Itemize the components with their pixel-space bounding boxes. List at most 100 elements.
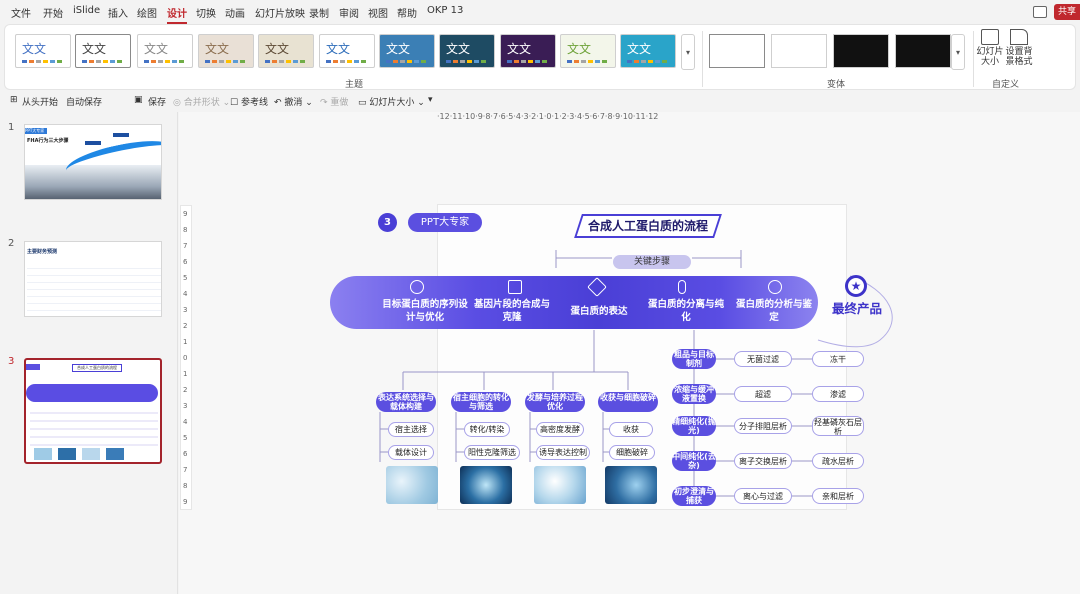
final-product-label: 最终产品	[831, 301, 882, 316]
save-button[interactable]: 保存	[148, 95, 166, 108]
theme-10[interactable]: 文文	[560, 34, 616, 68]
slide-thumbnail-2[interactable]: 主要财务预测	[24, 241, 162, 317]
theme-3[interactable]: 文文	[137, 34, 193, 68]
theme-sample-text: 文文	[22, 42, 47, 56]
vertical-ruler-tick: 3	[183, 306, 188, 314]
undo-label: 撤消	[284, 98, 303, 108]
theme-color-bars	[265, 60, 305, 63]
column-head-4: 收获与细胞破碎	[598, 392, 658, 412]
theme-color-bars	[22, 60, 62, 63]
slide-thumbnail-3[interactable]: 合成人工蛋白质的流程	[24, 358, 162, 464]
theme-5[interactable]: 文文	[258, 34, 314, 68]
vertical-ruler-tick: 1	[183, 370, 188, 378]
theme-sample-text: 文文	[144, 42, 169, 56]
comment-icon[interactable]	[1033, 6, 1047, 18]
vertical-ruler: 9 8 7 6 5 4 3 2 1 0 1 2 3 4 5 6 7 8 9	[180, 205, 192, 510]
column4-item-2: 细胞破碎	[609, 445, 655, 460]
theme-color-bars	[386, 60, 426, 63]
theme-color-bars	[446, 60, 486, 63]
start-from-beginning-button[interactable]: 从头开始	[22, 95, 58, 108]
thumb3-title: 合成人工蛋白质的流程	[72, 364, 122, 372]
menu-design[interactable]: 设计	[167, 5, 187, 24]
menu-okp[interactable]: OKP 13	[427, 5, 463, 16]
bubbles-photo	[605, 466, 657, 504]
purify-step-3-b: 羟基磷灰石层析	[812, 416, 864, 436]
theme-sample-text: 文文	[446, 42, 471, 56]
autosave-label: 自动保存	[66, 98, 103, 108]
theme-8[interactable]: 文文	[439, 34, 495, 68]
menu-home[interactable]: 开始	[43, 5, 63, 20]
ribbon-separator	[973, 31, 974, 87]
theme-9[interactable]: 文文	[500, 34, 556, 68]
thumb1-label-box	[85, 141, 101, 145]
share-button[interactable]: 共享	[1054, 4, 1080, 20]
theme-color-bars	[326, 60, 366, 63]
format-background-button[interactable]: 设置背景格式	[1005, 29, 1033, 67]
vertical-ruler-tick: 8	[183, 482, 188, 490]
menu-view[interactable]: 视图	[368, 5, 388, 20]
merge-shapes-label: 合并形状	[183, 98, 220, 108]
column3-item-2: 诱导表达控制	[536, 445, 590, 460]
purify-step-5-b: 亲和层析	[812, 488, 864, 504]
menu-review[interactable]: 审阅	[339, 5, 359, 20]
slide-number-2: 2	[8, 238, 15, 249]
molecule-photo	[386, 466, 438, 504]
theme-2[interactable]: 文文	[75, 34, 131, 68]
menu-help[interactable]: 帮助	[397, 5, 417, 20]
menu-bar: 文件 开始 iSlide 插入 绘图 设计 切换 动画 幻灯片放映 录制 审阅 …	[0, 0, 1080, 24]
redo-button[interactable]: ↷ 重做	[320, 95, 348, 108]
theme-11[interactable]: 文文	[620, 34, 676, 68]
thumb3-photo	[82, 448, 100, 460]
theme-1[interactable]: 文文	[15, 34, 71, 68]
slide-title: 合成人工蛋白质的流程	[587, 219, 708, 233]
theme-sample-text: 文文	[205, 42, 230, 56]
menu-animations[interactable]: 动画	[225, 5, 245, 20]
vertical-ruler-tick: 6	[183, 258, 188, 266]
thumb3-band	[26, 384, 158, 402]
menu-draw[interactable]: 绘图	[137, 5, 157, 20]
theme-7[interactable]: 文文	[379, 34, 435, 68]
merge-shapes-button[interactable]: ◎ 合并形状 ⌄	[173, 95, 230, 108]
thumb3-tag	[26, 364, 40, 370]
thumb1-title: FHA行为三大步骤	[27, 138, 69, 144]
variant-4[interactable]	[895, 34, 951, 68]
theme-color-bars	[567, 60, 607, 63]
menu-record[interactable]: 录制	[309, 5, 329, 20]
theme-sample-text: 文文	[386, 42, 411, 56]
slide-thumbnail-1[interactable]: PPT大专家 FHA行为三大步骤	[24, 124, 162, 200]
menu-insert[interactable]: 插入	[108, 5, 128, 20]
section-number-badge: 3	[378, 213, 397, 232]
variant-1[interactable]	[709, 34, 765, 68]
step-4: 蛋白质的分离与纯化	[648, 299, 725, 323]
vertical-ruler-tick: 9	[183, 210, 188, 218]
thumb3-photo	[106, 448, 124, 460]
save-icon[interactable]: ▣	[134, 95, 143, 105]
customize-qat-icon[interactable]: ▾	[428, 95, 433, 105]
variant-gallery-more-button[interactable]: ▾	[951, 34, 965, 70]
start-from-beginning-icon[interactable]: ⊞	[10, 95, 18, 105]
themes-group-label: 主题	[345, 80, 364, 90]
thumb1-tag: PPT大专家	[25, 128, 47, 134]
guides-checkbox[interactable]: ☐ 参考线	[230, 95, 268, 108]
slide-size-button[interactable]: 幻灯片大小	[975, 29, 1005, 67]
thumb3-photo	[58, 448, 76, 460]
menu-slideshow[interactable]: 幻灯片放映	[255, 5, 305, 20]
step-5: 蛋白质的分析与鉴定	[736, 299, 813, 323]
theme-sample-text: 文文	[567, 42, 592, 56]
format-background-label: 设置背景格式	[1005, 47, 1033, 67]
variant-2[interactable]	[771, 34, 827, 68]
vertical-ruler-tick: 0	[183, 354, 188, 362]
menu-file[interactable]: 文件	[11, 5, 31, 20]
undo-button[interactable]: ↶ 撤消 ⌄	[274, 95, 313, 108]
theme-4[interactable]: 文文	[198, 34, 254, 68]
star-icon: ★	[845, 275, 867, 297]
variants-group-label: 变体	[827, 80, 846, 90]
variant-3[interactable]	[833, 34, 889, 68]
qat-slide-size-button[interactable]: ▭ 幻灯片大小 ⌄	[358, 95, 425, 108]
purify-step-4-b: 疏水层析	[812, 453, 864, 469]
vertical-ruler-tick: 4	[183, 290, 188, 298]
theme-gallery-more-button[interactable]: ▾	[681, 34, 695, 70]
theme-6[interactable]: 文文	[319, 34, 375, 68]
menu-transitions[interactable]: 切换	[196, 5, 216, 20]
menu-islide[interactable]: iSlide	[73, 5, 100, 16]
